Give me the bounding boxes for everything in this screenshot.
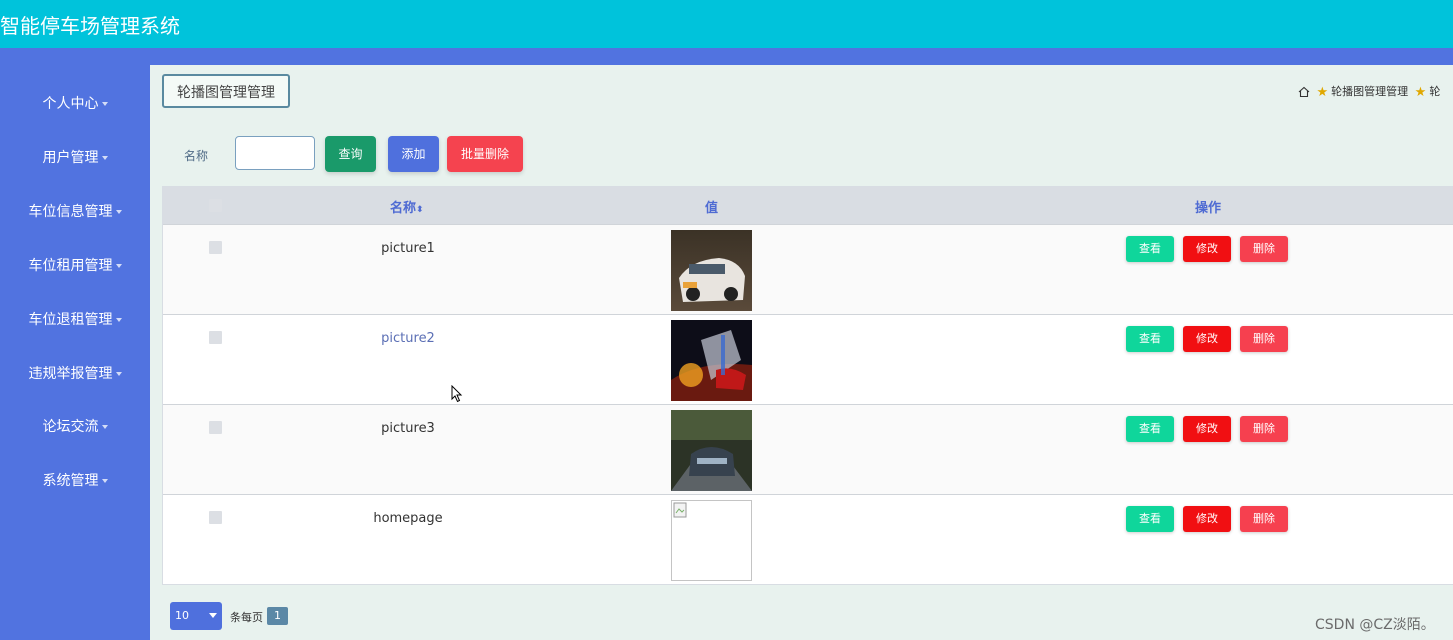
page-number-button[interactable]: 1	[267, 607, 288, 625]
chevron-down-icon	[115, 372, 122, 376]
broken-image-icon[interactable]	[671, 500, 752, 581]
row-image[interactable]	[671, 230, 752, 311]
batch-delete-button[interactable]: 批量删除	[447, 136, 523, 172]
chevron-down-icon	[101, 479, 108, 483]
edit-button[interactable]: 修改	[1183, 326, 1231, 352]
row-image[interactable]	[671, 410, 752, 491]
mouse-cursor-icon	[451, 385, 463, 403]
search-name-label: 名称	[184, 149, 209, 163]
select-all-checkbox[interactable]	[209, 199, 222, 212]
delete-button[interactable]: 删除	[1240, 326, 1288, 352]
sidebar-item-label: 车位租用管理	[28, 258, 113, 274]
row-name: picture2	[381, 331, 435, 346]
chevron-down-icon	[209, 613, 217, 618]
sidebar-item-label: 车位退租管理	[28, 312, 113, 328]
row-name: picture1	[381, 241, 435, 256]
view-button[interactable]: 查看	[1126, 326, 1174, 352]
sidebar-item-label: 车位信息管理	[28, 204, 113, 220]
row-checkbox[interactable]	[209, 241, 222, 254]
table-row: homepage 查看 修改 删除	[163, 494, 1453, 584]
row-checkbox[interactable]	[209, 421, 222, 434]
delete-button[interactable]: 删除	[1240, 416, 1288, 442]
column-header-actions: 操作	[1195, 201, 1222, 216]
per-page-label: 条每页	[230, 611, 263, 624]
chevron-down-icon	[115, 210, 122, 214]
query-button[interactable]: 查询	[325, 136, 376, 172]
row-checkbox[interactable]	[209, 331, 222, 344]
sidebar-item-label: 论坛交流	[42, 419, 99, 435]
sort-icon[interactable]: ⬍	[416, 205, 424, 215]
breadcrumb: ★ 轮播图管理管理 ★ 轮	[1298, 83, 1440, 100]
watermark: CSDN @CZ淡陌。	[1315, 617, 1435, 633]
top-header: 智能停车场管理系统	[0, 0, 1453, 48]
app-title: 智能停车场管理系统	[0, 14, 180, 38]
home-icon[interactable]	[1298, 86, 1310, 98]
search-name-input[interactable]	[235, 136, 315, 170]
chevron-down-icon	[115, 264, 122, 268]
row-image[interactable]	[671, 320, 752, 401]
column-header-value: 值	[705, 201, 719, 216]
delete-button[interactable]: 删除	[1240, 506, 1288, 532]
breadcrumb-item[interactable]: 轮播图管理管理	[1331, 85, 1408, 98]
page-title: 轮播图管理管理	[162, 74, 290, 108]
edit-button[interactable]: 修改	[1183, 506, 1231, 532]
table-header: 名称⬍ 值 操作	[163, 187, 1453, 224]
sidebar-item-forum[interactable]: 论坛交流	[0, 412, 150, 442]
sidebar: 个人中心 用户管理 车位信息管理 车位租用管理 车位退租管理 违规举报管理 论坛…	[0, 65, 150, 640]
sidebar-item-space-return[interactable]: 车位退租管理	[0, 305, 150, 335]
sidebar-item-label: 个人中心	[42, 96, 99, 112]
star-icon: ★	[1316, 84, 1329, 100]
sidebar-item-violation-report[interactable]: 违规举报管理	[0, 359, 150, 389]
page-size-value: 10	[175, 609, 189, 622]
column-header-name[interactable]: 名称⬍	[390, 197, 424, 216]
row-name: homepage	[373, 511, 443, 526]
view-button[interactable]: 查看	[1126, 236, 1174, 262]
delete-button[interactable]: 删除	[1240, 236, 1288, 262]
sidebar-item-space-info[interactable]: 车位信息管理	[0, 197, 150, 227]
sidebar-item-label: 违规举报管理	[28, 366, 113, 382]
sidebar-item-user-management[interactable]: 用户管理	[0, 143, 150, 173]
view-button[interactable]: 查看	[1126, 416, 1174, 442]
sidebar-item-personal-center[interactable]: 个人中心	[0, 89, 150, 119]
table-row: picture3 查看 修改 删除	[163, 404, 1453, 494]
sidebar-item-label: 系统管理	[42, 473, 99, 489]
table-row: picture2 查看 修改 删除	[163, 314, 1453, 404]
sidebar-item-space-rental[interactable]: 车位租用管理	[0, 251, 150, 281]
sidebar-item-label: 用户管理	[42, 150, 99, 166]
chevron-down-icon	[101, 425, 108, 429]
add-button[interactable]: 添加	[388, 136, 439, 172]
edit-button[interactable]: 修改	[1183, 416, 1231, 442]
star-icon: ★	[1414, 84, 1427, 100]
sidebar-item-system[interactable]: 系统管理	[0, 466, 150, 496]
row-name: picture3	[381, 421, 435, 436]
view-button[interactable]: 查看	[1126, 506, 1174, 532]
chevron-down-icon	[101, 156, 108, 160]
chevron-down-icon	[115, 318, 122, 322]
row-checkbox[interactable]	[209, 511, 222, 524]
column-header-label: 名称	[390, 201, 417, 216]
main-content: 轮播图管理管理 ★ 轮播图管理管理 ★ 轮 名称 查询 添加 批量删除 名称⬍ 值 …	[150, 65, 1453, 640]
page-size-select[interactable]: 10	[170, 602, 222, 630]
chevron-down-icon	[101, 102, 108, 106]
breadcrumb-item[interactable]: 轮	[1429, 85, 1440, 98]
edit-button[interactable]: 修改	[1183, 236, 1231, 262]
table-row: picture1 查看 修改 删除	[163, 224, 1453, 314]
data-table: 名称⬍ 值 操作 picture1 查看 修改 删除 picture2 查看 修…	[162, 186, 1453, 585]
header-band	[0, 48, 1453, 65]
